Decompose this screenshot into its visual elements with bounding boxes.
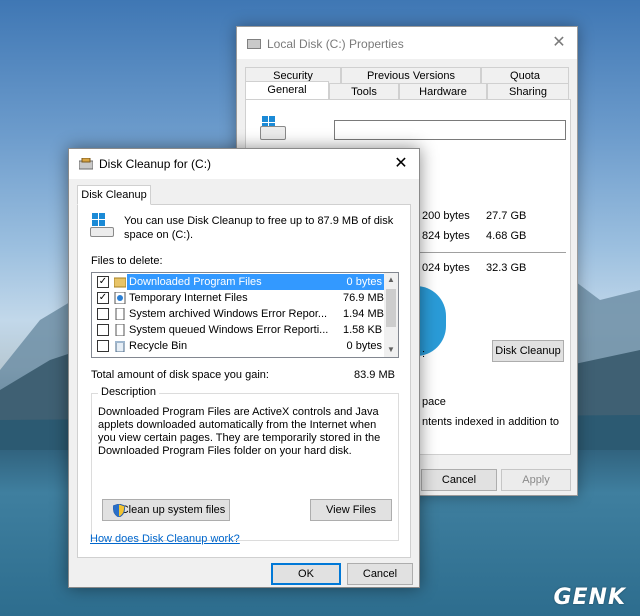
intro-line2: space on (C:). — [124, 229, 194, 241]
file-size: 1.58 KB — [343, 324, 383, 336]
folder-icon — [114, 277, 126, 288]
index-text: ntents indexed in addition to — [422, 416, 559, 428]
capacity-gb: 32.3 GB — [486, 262, 527, 274]
clean-up-system-files-button[interactable]: Clean up system files — [102, 499, 230, 521]
capacity-bytes: 024 bytes — [422, 262, 470, 274]
close-icon[interactable]: ✕ — [389, 152, 413, 176]
scroll-up-icon[interactable]: ▲ — [384, 273, 398, 287]
document-icon — [115, 324, 125, 336]
properties-cancel-button[interactable]: Cancel — [421, 469, 497, 491]
checkbox[interactable] — [97, 324, 109, 336]
recycle-bin-icon — [115, 341, 125, 352]
disk-cleanup-icon — [79, 158, 93, 170]
disk-cleanup-panel: You can use Disk Cleanup to free up to 8… — [77, 204, 411, 558]
compress-text: pace — [422, 396, 446, 408]
checkbox[interactable]: ✓ — [97, 292, 109, 304]
windows-logo-icon — [92, 213, 106, 227]
description-label: Description — [98, 386, 160, 398]
drive-name-input[interactable] — [334, 120, 566, 140]
total-label: Total amount of disk space you gain: — [91, 369, 269, 381]
list-item[interactable]: System queued Windows Error Reporti... 1… — [92, 322, 386, 338]
files-to-delete-label: Files to delete: — [91, 255, 163, 267]
apply-button[interactable]: Apply — [501, 469, 571, 491]
checkbox[interactable]: ✓ — [97, 276, 109, 288]
disk-icon — [90, 227, 114, 237]
checkbox[interactable] — [97, 308, 109, 320]
disk-usage-pie — [416, 286, 446, 356]
internet-files-icon — [114, 292, 126, 304]
file-size: 1.94 MB — [343, 308, 384, 320]
scroll-down-icon[interactable]: ▼ — [384, 343, 398, 357]
disk-cleanup-window: Disk Cleanup for (C:) ✕ Disk Cleanup You… — [68, 148, 420, 588]
scroll-thumb[interactable] — [386, 289, 396, 327]
cancel-button[interactable]: Cancel — [347, 563, 413, 585]
file-name: Temporary Internet Files — [129, 292, 248, 304]
used-gb: 27.7 GB — [486, 210, 527, 222]
free-gb: 4.68 GB — [486, 230, 527, 242]
free-bytes: 824 bytes — [422, 230, 470, 242]
properties-titlebar: Local Disk (C:) Properties ✕ — [237, 27, 577, 59]
close-icon[interactable]: ✕ — [547, 31, 571, 55]
drive-icon — [247, 39, 261, 49]
file-size: 0 bytes — [346, 340, 382, 352]
total-value: 83.9 MB — [354, 369, 395, 381]
tab-general[interactable]: General — [245, 81, 329, 101]
watermark-logo: GENK — [553, 585, 626, 610]
ok-button[interactable]: OK — [271, 563, 341, 585]
disk-icon — [260, 126, 286, 140]
shield-icon — [113, 504, 125, 517]
document-icon — [115, 308, 125, 320]
list-item[interactable]: ✓ Downloaded Program Files 0 bytes — [92, 274, 386, 290]
properties-title: Local Disk (C:) Properties — [267, 37, 404, 51]
list-item[interactable]: System archived Windows Error Repor... 1… — [92, 306, 386, 322]
list-item[interactable]: ✓ Temporary Internet Files 76.9 MB — [92, 290, 386, 306]
disk-cleanup-titlebar: Disk Cleanup for (C:) ✕ — [69, 149, 419, 179]
file-name: System queued Windows Error Reporti... — [129, 324, 329, 336]
disk-cleanup-title: Disk Cleanup for (C:) — [99, 157, 212, 171]
list-item[interactable]: Recycle Bin 0 bytes — [92, 338, 386, 354]
disk-cleanup-button[interactable]: Disk Cleanup — [492, 340, 564, 362]
files-list[interactable]: ✓ Downloaded Program Files 0 bytes ✓ Tem… — [91, 272, 399, 358]
files-scrollbar[interactable]: ▲ ▼ — [384, 273, 398, 357]
help-link[interactable]: How does Disk Cleanup work? — [90, 533, 240, 545]
file-name: Recycle Bin — [129, 340, 188, 352]
file-name: Downloaded Program Files — [127, 274, 343, 290]
file-size: 76.9 MB — [343, 292, 384, 304]
description-text: Downloaded Program Files are ActiveX con… — [98, 406, 381, 457]
checkbox[interactable] — [97, 340, 109, 352]
file-size: 0 bytes — [343, 274, 386, 290]
used-bytes: 200 bytes — [422, 210, 470, 222]
tab-disk-cleanup[interactable]: Disk Cleanup — [77, 185, 151, 205]
view-files-button[interactable]: View Files — [310, 499, 392, 521]
intro-line1: You can use Disk Cleanup to free up to 8… — [124, 215, 394, 227]
drive-label: : — [422, 348, 426, 360]
file-name: System archived Windows Error Repor... — [129, 308, 328, 320]
